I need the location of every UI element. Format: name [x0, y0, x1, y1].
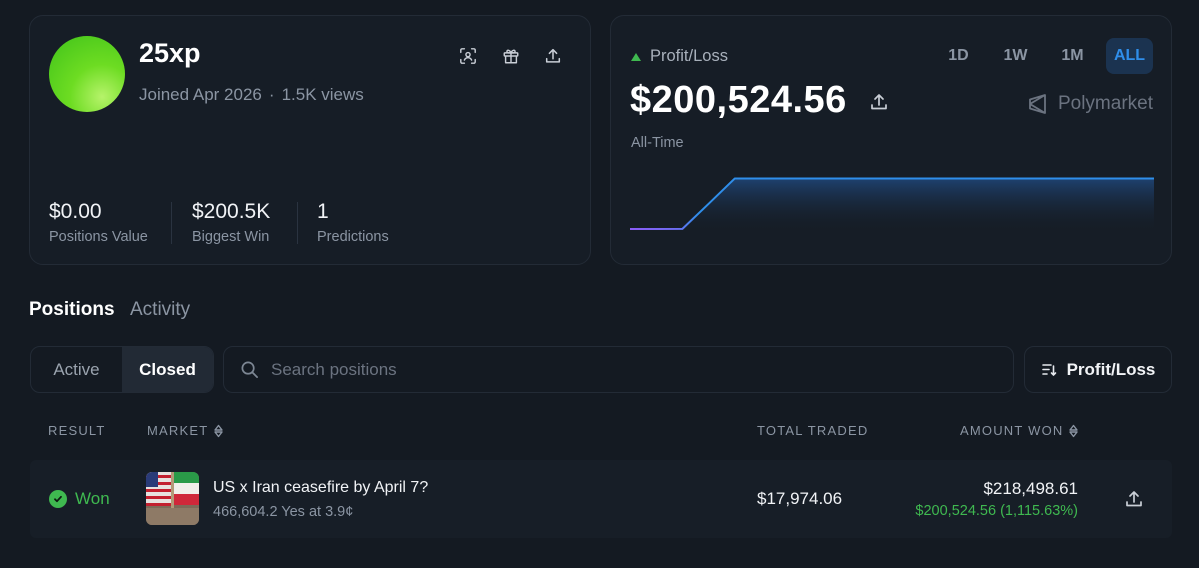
pnl-label: Profit/Loss [650, 47, 728, 65]
profile-meta: Joined Apr 2026 · 1.5K views [139, 85, 364, 105]
header-amount-won[interactable]: AMOUNT WON [960, 423, 1079, 438]
pnl-period: All-Time [631, 135, 684, 151]
profile-card: 25xp Joined Apr 2026 · 1.5K views $0.00 Po… [29, 15, 591, 265]
header-total-traded: TOTAL TRADED [757, 423, 869, 438]
range-1d-button[interactable]: 1D [935, 38, 982, 74]
scan-icon[interactable] [455, 43, 481, 69]
stat-biggest-win: $200.5K Biggest Win [192, 200, 270, 245]
search-bar[interactable] [223, 346, 1014, 393]
pnl-area [630, 178, 1154, 233]
result-badge: Won [49, 489, 110, 509]
polymarket-brand: Polymarket [1027, 93, 1153, 115]
header-market-label: MARKET [147, 423, 209, 438]
polymarket-logo-icon [1029, 94, 1046, 114]
sort-icon [1041, 363, 1056, 376]
pnl-header: Profit/Loss [631, 47, 728, 66]
username: 25xp [139, 38, 201, 68]
market-thumbnail[interactable] [146, 472, 199, 525]
stat-value: $200.5K [192, 200, 271, 223]
header-market[interactable]: MARKET [147, 423, 224, 438]
sort-arrows-icon [214, 424, 224, 437]
range-selector: 1D 1W 1M ALL [935, 38, 1153, 74]
trend-up-icon [631, 52, 641, 61]
market-title[interactable]: US x Iran ceasefire by April 7? [213, 479, 428, 497]
meta-separator: · [268, 85, 275, 104]
search-input[interactable] [271, 359, 971, 380]
range-1w-button[interactable]: 1W [992, 38, 1039, 74]
stat-value: $0.00 [49, 200, 102, 223]
stat-label: Predictions [317, 229, 389, 245]
total-traded: $17,974.06 [757, 489, 843, 508]
stat-predictions: 1 Predictions [317, 200, 389, 245]
stat-label: Biggest Win [192, 229, 270, 245]
pnl-chart [630, 177, 1154, 233]
share-icon[interactable] [869, 92, 889, 112]
sort-arrows-icon [1069, 424, 1079, 437]
joined-date: Joined Apr 2026 [139, 85, 262, 104]
header-result: RESULT [48, 423, 106, 438]
pnl-change: $200,524.56 (1,115.63%) [915, 503, 1078, 519]
status-toggle: Active Closed [30, 346, 214, 393]
amount-won: $218,498.61 [983, 479, 1078, 498]
market-subtitle: 466,604.2 Yes at 3.9¢ [213, 504, 354, 520]
tab-positions[interactable]: Positions [29, 299, 115, 321]
filter-active-button[interactable]: Active [31, 347, 122, 392]
divider [171, 202, 172, 244]
check-circle-icon [49, 490, 67, 508]
table-row[interactable]: Won US x Iran ceasefire by April 7? 466,… [30, 460, 1172, 538]
share-icon[interactable] [540, 43, 566, 69]
tab-activity[interactable]: Activity [130, 299, 190, 321]
stat-value: 1 [317, 200, 329, 223]
avatar[interactable] [49, 36, 125, 112]
search-icon [241, 361, 258, 378]
range-all-button[interactable]: ALL [1106, 38, 1153, 74]
stat-positions-value: $0.00 Positions Value [49, 200, 148, 245]
sort-label: Profit/Loss [1066, 359, 1156, 379]
result-label: Won [75, 489, 110, 508]
divider [297, 202, 298, 244]
sort-button[interactable]: Profit/Loss [1024, 346, 1172, 393]
view-count: 1.5K views [281, 85, 364, 104]
brand-name: Polymarket [1057, 93, 1153, 114]
filter-closed-button[interactable]: Closed [122, 347, 213, 392]
header-amount-won-label: AMOUNT WON [960, 423, 1064, 438]
pnl-card: Profit/Loss 1D 1W 1M ALL $200,524.56 Pol… [610, 15, 1172, 265]
pnl-value: $200,524.56 [630, 79, 847, 121]
gift-icon[interactable] [498, 43, 524, 69]
range-1m-button[interactable]: 1M [1049, 38, 1096, 74]
stat-label: Positions Value [49, 229, 148, 245]
share-icon[interactable] [1124, 489, 1144, 509]
